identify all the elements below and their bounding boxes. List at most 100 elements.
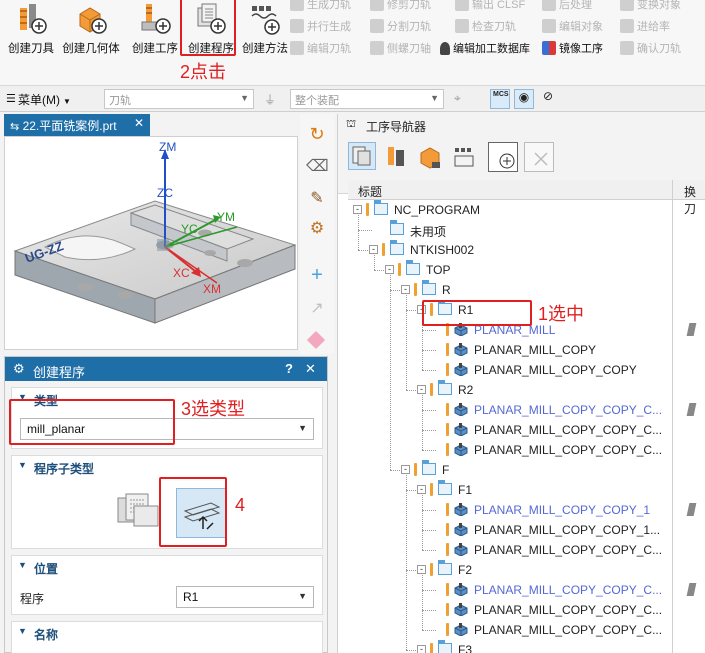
planar-mill-op-icon <box>454 443 468 456</box>
hide-button[interactable]: ⊘ <box>538 89 558 109</box>
collapse-toggle[interactable]: - <box>401 285 410 294</box>
operation-row[interactable]: PLANAR_MILL_COPY_COPY <box>348 360 684 380</box>
delete-object-button[interactable] <box>524 142 554 172</box>
close-icon[interactable]: ✕ <box>305 361 316 377</box>
mcs-view-button[interactable]: MCS <box>490 89 510 109</box>
selection-filter-combo[interactable]: 刀轨 ▼ <box>104 89 254 109</box>
create-operation-label: 创建工序 <box>132 43 178 55</box>
create-tool-button[interactable]: 创建刀具 <box>2 0 60 60</box>
show-button[interactable]: ◉ <box>514 89 534 109</box>
collapse-arrow-icon[interactable]: ▼ <box>18 626 27 636</box>
postprocess-button[interactable]: 后处理 <box>542 0 592 14</box>
status-flag-icon <box>446 523 449 536</box>
create-operation-button[interactable]: 创建工序 <box>126 0 184 60</box>
edit-machining-db-button[interactable]: 编辑加工数据库 <box>440 38 530 58</box>
ym-axis-label: YM <box>217 210 235 224</box>
rotate-icon[interactable]: ↻ <box>306 124 328 146</box>
operation-row[interactable]: PLANAR_MILL_COPY_COPY_C... <box>348 540 684 560</box>
nx-cam-window: 创建刀具 创建几何体 创建工序 创建程序 创建方法 生成刀轨 修剪刀轨 输出 C… <box>0 0 705 653</box>
operation-row[interactable]: PLANAR_MILL_COPY_COPY_1 <box>348 500 697 520</box>
graphics-viewport[interactable]: UG-ZZ ZM ZC YC YM XC XM <box>4 136 298 350</box>
program-group-row[interactable]: -R <box>348 280 684 300</box>
program-group-row[interactable]: - R2 <box>348 380 684 400</box>
assembly-scope-combo[interactable]: 整个装配 ▼ <box>290 89 444 109</box>
collapse-toggle[interactable]: - <box>417 565 426 574</box>
feedrate-button[interactable]: 进给率 <box>620 16 670 36</box>
status-flag-icon <box>446 583 449 596</box>
program-group-row[interactable]: 未用项 <box>348 220 684 240</box>
geometry-view-button[interactable] <box>418 144 444 170</box>
generate-toolpath-button[interactable]: 生成刀轨 <box>290 0 351 14</box>
arrow-icon[interactable]: ↗ <box>306 298 328 320</box>
mirror-operation-button[interactable]: 镜像工序 <box>542 38 603 58</box>
status-flag-icon <box>366 203 369 216</box>
verify-toolpath-button[interactable]: 确认刀轨 <box>620 38 681 58</box>
method-view-button[interactable] <box>452 144 478 170</box>
split-toolpath-button[interactable]: 分割刀轨 <box>370 16 431 36</box>
navigator-titlebar: ⛫ 工序导航器 <box>338 114 705 136</box>
operation-row[interactable]: PLANAR_MILL_COPY <box>348 340 684 360</box>
collapse-arrow-icon[interactable]: ▼ <box>18 560 27 570</box>
transform-object-button[interactable]: 变换对象 <box>620 0 681 14</box>
program-group-row[interactable]: - TOP <box>348 260 684 280</box>
output-clsf-button[interactable]: 输出 CLSF <box>455 0 525 14</box>
edit-object-label: 编辑对象 <box>559 21 603 33</box>
program-group-row[interactable]: - F1 <box>348 480 684 500</box>
collapse-toggle[interactable]: - <box>401 465 410 474</box>
collapse-toggle[interactable]: - <box>353 205 362 214</box>
help-icon[interactable]: ? <box>285 361 293 376</box>
program-order-view-button[interactable] <box>348 142 376 170</box>
tree-connector <box>422 530 436 531</box>
program-parent-select[interactable]: R1 ▼ <box>176 586 314 608</box>
operation-row[interactable]: PLANAR_MILL_COPY_COPY_C... <box>348 620 684 640</box>
operation-row[interactable]: PLANAR_MILL_COPY_COPY_1... <box>348 520 684 540</box>
operation-row[interactable]: PLANAR_MILL_COPY_COPY_C... <box>348 440 684 460</box>
menu-button[interactable]: ☰ 菜单(M) ▼ <box>6 91 71 108</box>
create-object-button[interactable] <box>488 142 518 172</box>
operation-row[interactable]: PLANAR_MILL_COPY_COPY_C... <box>348 400 697 420</box>
collapse-arrow-icon[interactable]: ▼ <box>18 460 27 470</box>
program-group-row[interactable]: - F3 <box>348 640 684 653</box>
collapse-toggle[interactable]: - <box>369 245 378 254</box>
operation-row[interactable]: PLANAR_MILL_COPY_COPY_C... <box>348 420 684 440</box>
collapse-toggle[interactable]: - <box>417 485 426 494</box>
create-geometry-button[interactable]: 创建几何体 <box>62 0 120 60</box>
operation-row[interactable]: PLANAR_MILL_COPY_COPY_C... <box>348 600 684 620</box>
plane-icon[interactable] <box>306 330 326 350</box>
row-label: F1 <box>458 483 473 497</box>
part-model-graphic: UG-ZZ ZM ZC YC YM XC XM <box>13 140 297 324</box>
status-flag-icon <box>382 223 385 236</box>
program-group-row[interactable]: -F <box>348 460 684 480</box>
brush-icon[interactable]: ✎ <box>306 188 328 210</box>
operation-row[interactable]: PLANAR_MILL_COPY_COPY_C... <box>348 580 697 600</box>
verify-toolpath-label: 确认刀轨 <box>637 43 681 55</box>
snap-icon[interactable]: ⌖ <box>454 91 461 106</box>
row-label: PLANAR_MILL_COPY_COPY_C... <box>474 623 663 637</box>
side-tool-axis-button[interactable]: 侧螺刀轴 <box>370 38 431 58</box>
folder-icon <box>390 220 404 235</box>
create-method-button[interactable]: 创建方法 <box>236 0 294 60</box>
eraser-icon[interactable]: ⌫ <box>306 156 329 178</box>
trim-toolpath-button[interactable]: 修剪刀轨 <box>370 0 431 14</box>
program-group-row[interactable]: - NC_PROGRAM <box>348 200 684 220</box>
chevron-down-icon: ▼ <box>298 591 307 601</box>
column-title-header[interactable]: 标题 <box>358 183 382 200</box>
part-tab[interactable]: ⇆ 22.平面铣案例.prt ✕ <box>4 114 150 136</box>
close-tab-icon[interactable]: ✕ <box>134 116 144 130</box>
edit-object-button[interactable]: 编辑对象 <box>542 16 603 36</box>
output-clsf-label: 输出 CLSF <box>472 0 526 11</box>
parallel-generate-button[interactable]: 并行生成 <box>290 16 351 36</box>
collapse-toggle[interactable]: - <box>417 645 426 653</box>
settings-icon[interactable]: ⚙ <box>306 218 328 240</box>
filter-icon[interactable]: ⏚ <box>264 91 276 108</box>
collapse-toggle[interactable]: - <box>385 265 394 274</box>
program-group-row[interactable]: - F2 <box>348 560 684 580</box>
program-group-row[interactable]: - NTKISH002 <box>348 240 684 260</box>
collapse-toggle[interactable]: - <box>417 385 426 394</box>
program-subtype-generic-icon[interactable] <box>116 492 160 528</box>
check-toolpath-button[interactable]: 检查刀轨 <box>455 16 516 36</box>
planar-mill-op-icon <box>454 503 468 516</box>
edit-toolpath-button[interactable]: 编辑刀轨 <box>290 38 351 58</box>
machine-tool-view-button[interactable] <box>384 144 410 170</box>
plus-icon[interactable]: + <box>306 264 328 286</box>
